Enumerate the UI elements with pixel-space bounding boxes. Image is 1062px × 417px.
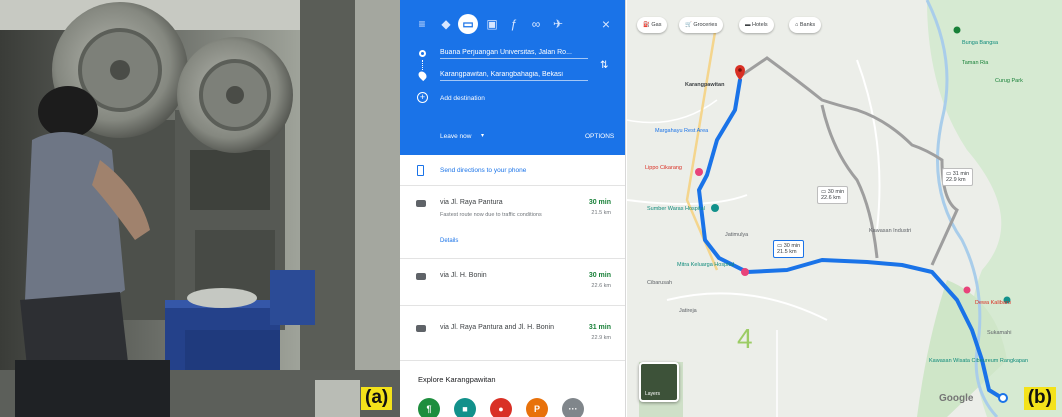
factory-photo: (a) bbox=[0, 0, 400, 417]
bed-icon: ▬ bbox=[745, 22, 751, 28]
place-label: Jatimulya bbox=[725, 232, 749, 238]
destination-input[interactable]: Karangpawitan, Karangbahagia, Bekasi bbox=[440, 71, 588, 81]
divider bbox=[400, 185, 625, 186]
route-via: via Jl. H. Bonin bbox=[440, 272, 487, 279]
route-distance: 22.9 km bbox=[591, 335, 611, 341]
route-note: Fastest route now due to traffic conditi… bbox=[440, 212, 542, 218]
route-distance: 22.6 km bbox=[591, 283, 611, 289]
origin-dot-icon bbox=[419, 50, 426, 57]
walk-icon[interactable]: ƒ bbox=[506, 16, 522, 32]
explore-title: Explore Karangpawitan bbox=[418, 375, 496, 384]
transit-icon[interactable]: ▣ bbox=[484, 16, 500, 32]
menu-icon[interactable]: ≡ bbox=[414, 16, 430, 32]
destination-pin-icon bbox=[416, 69, 429, 82]
layers-label: Layers bbox=[645, 391, 661, 397]
car-icon[interactable]: ▭ bbox=[458, 14, 478, 34]
route-connector bbox=[422, 60, 423, 70]
place-label: Kawasan Wisata Cibeureum Rangkapan bbox=[929, 358, 1029, 364]
google-logo: Google bbox=[939, 393, 974, 404]
place-label: Cibarusah bbox=[647, 280, 673, 286]
car-icon bbox=[416, 200, 426, 207]
explore-category-button[interactable]: P bbox=[526, 398, 548, 417]
directions-header: ≡ ◆ ▭ ▣ ƒ ∞ ✈ × Buana Perjuangan Univers… bbox=[400, 0, 625, 155]
route-details-link[interactable]: Details bbox=[440, 238, 458, 244]
add-destination-button[interactable]: Add destination bbox=[440, 95, 485, 102]
explore-category-button[interactable]: ■ bbox=[454, 398, 476, 417]
divider bbox=[400, 360, 625, 361]
route-via: via Jl. Raya Pantura and Jl. H. Bonin bbox=[440, 324, 555, 331]
svg-text:4: 4 bbox=[737, 323, 753, 354]
chevron-down-icon: ▾ bbox=[481, 133, 485, 139]
best-route-icon[interactable]: ◆ bbox=[438, 16, 454, 32]
place-label: Mitra Keluarga Hospital bbox=[677, 262, 735, 268]
directions-sidebar: ≡ ◆ ▭ ▣ ƒ ∞ ✈ × Buana Perjuangan Univers… bbox=[400, 0, 626, 417]
place-label: Curug Park bbox=[995, 78, 1023, 84]
phone-icon bbox=[417, 165, 424, 176]
flight-icon[interactable]: ✈ bbox=[550, 16, 566, 32]
car-icon bbox=[416, 273, 426, 280]
leave-now-select[interactable]: Leave now bbox=[440, 133, 471, 140]
place-label: Dewa Kalibaru bbox=[975, 300, 1011, 306]
figure: (a) ≡ ◆ ▭ ▣ ƒ ∞ ✈ × Buana Perjuangan Uni… bbox=[0, 0, 1062, 417]
factory-photo-illustration bbox=[0, 0, 400, 417]
place-label: Lippo Cikarang bbox=[645, 165, 682, 171]
panel-label-b: (b) bbox=[1023, 387, 1056, 410]
place-label: Karangpawitan bbox=[685, 82, 725, 88]
route-eta-box[interactable]: ▭ 31 min 22.9 km bbox=[942, 168, 974, 186]
divider bbox=[400, 305, 625, 306]
place-label: Jatireja bbox=[679, 308, 697, 314]
place-label: Kawasan Industri bbox=[869, 228, 912, 234]
explore-category-button[interactable]: ··· bbox=[562, 398, 584, 417]
place-label: Margahayu Rest Area bbox=[655, 128, 709, 134]
route-via: via Jl. Raya Pantura bbox=[440, 199, 503, 206]
route-time: 30 min bbox=[588, 199, 611, 206]
place-label: Sumber Waras Hospital bbox=[647, 206, 705, 212]
panel-label-a: (a) bbox=[361, 387, 393, 410]
route-time: 30 min bbox=[588, 272, 611, 279]
map[interactable]: 4 ⛽ Gas 🛒 Groceries ▬ Hotels ⌂ Banks Kar… bbox=[627, 0, 1062, 417]
chip-gas[interactable]: ⛽ Gas bbox=[637, 17, 668, 33]
car-icon bbox=[416, 325, 426, 332]
gas-icon: ⛽ bbox=[643, 22, 650, 28]
route-time: 31 min bbox=[588, 324, 611, 331]
origin-input[interactable]: Buana Perjuangan Universitas, Jalan Ro..… bbox=[440, 49, 588, 59]
explore-category-button[interactable]: ¶ bbox=[418, 398, 440, 417]
chip-banks[interactable]: ⌂ Banks bbox=[789, 17, 822, 33]
cart-icon: 🛒 bbox=[685, 22, 692, 28]
bank-icon: ⌂ bbox=[795, 22, 799, 28]
route-distance: 21.5 km bbox=[591, 210, 611, 216]
close-icon[interactable]: × bbox=[598, 16, 614, 32]
place-label: Bunga Bangsa bbox=[962, 40, 999, 46]
send-directions-link[interactable]: Send directions to your phone bbox=[440, 167, 526, 174]
options-button[interactable]: OPTIONS bbox=[585, 133, 614, 140]
layers-button[interactable]: Layers bbox=[639, 362, 679, 402]
bike-icon[interactable]: ∞ bbox=[528, 16, 544, 32]
explore-category-button[interactable]: ● bbox=[490, 398, 512, 417]
chip-hotels[interactable]: ▬ Hotels bbox=[739, 17, 774, 33]
route-eta-box[interactable]: ▭ 30 min 22.6 km bbox=[817, 186, 849, 204]
add-icon[interactable]: + bbox=[417, 92, 428, 103]
divider bbox=[400, 258, 625, 259]
place-label: Taman Ria bbox=[962, 60, 989, 66]
place-label: Sukamahi bbox=[987, 330, 1012, 336]
route-eta-box-selected[interactable]: ▭ 30 min 21.5 km bbox=[773, 240, 805, 258]
swap-icon[interactable]: ⇅ bbox=[600, 60, 608, 71]
chip-groceries[interactable]: 🛒 Groceries bbox=[679, 17, 724, 33]
